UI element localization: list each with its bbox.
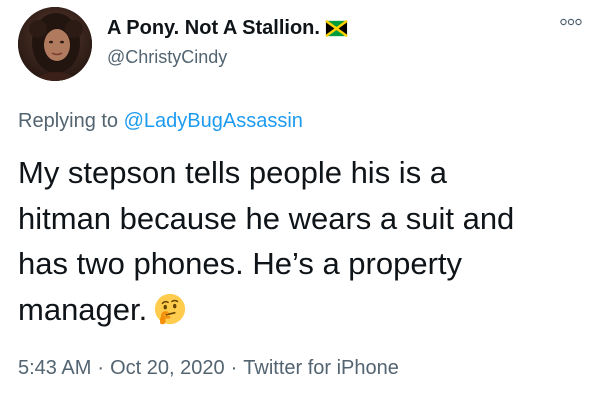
author-handle[interactable]: @ChristyCindy [107,47,227,68]
more-options-button[interactable] [559,14,583,30]
tweet-date[interactable]: Oct 20, 2020 [110,357,225,379]
reply-mention-link[interactable]: @LadyBugAssassin [124,110,303,132]
tweet-meta: 5:43 AM · Oct 20, 2020 · Twitter for iPhone [18,357,399,380]
tweet-text-line-last: manager. [18,287,588,333]
ellipsis-icon [560,18,582,26]
tweet-text-line: manager. [18,291,148,327]
tweet-card: A Pony. Not A Stallion. @ChristyCindy Re… [0,0,599,405]
replying-to-line: Replying to @LadyBugAssassin [18,110,303,133]
meta-separator: · [230,357,238,379]
replying-to-label: Replying to [18,110,119,132]
jamaica-flag-icon [325,17,348,40]
tweet-time[interactable]: 5:43 AM [18,357,91,379]
display-name[interactable]: A Pony. Not A Stallion. [107,17,320,40]
tweet-text: My stepson tells people his is a hitman … [18,150,588,332]
meta-separator: · [97,357,105,379]
avatar-photo [18,7,92,81]
tweet-text-line: My stepson tells people his is a [18,155,448,190]
thinking-face-icon [153,292,187,326]
tweet-text-line: has two phones. He’s a property [18,246,463,281]
author-name-row[interactable]: A Pony. Not A Stallion. [107,14,348,42]
tweet-text-line: hitman because he wears a suit and [18,200,515,236]
tweet-source[interactable]: Twitter for iPhone [243,357,399,379]
avatar[interactable] [18,7,92,81]
